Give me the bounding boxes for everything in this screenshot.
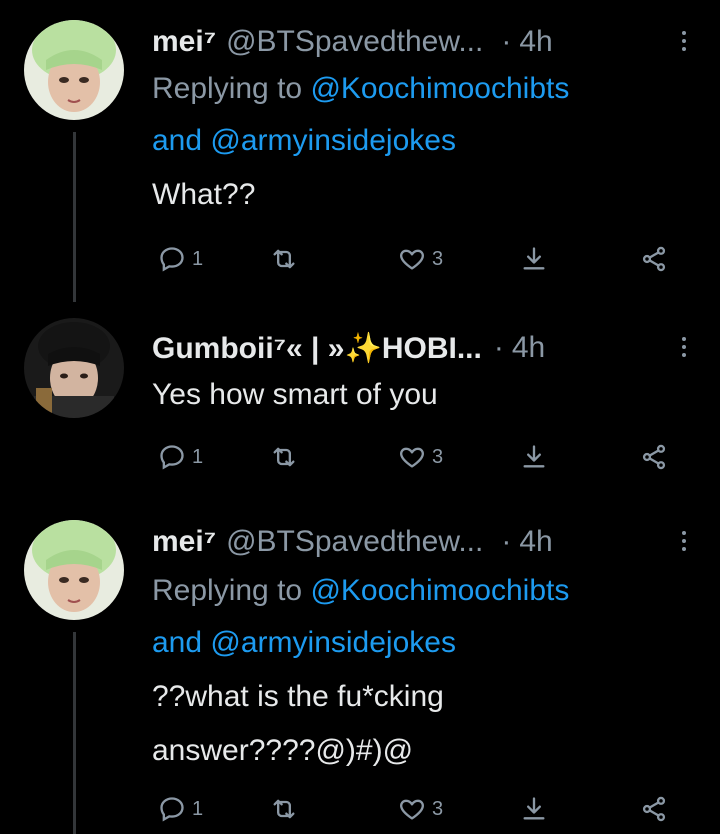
like-icon <box>400 249 424 270</box>
separator-dot: · <box>501 525 512 558</box>
reply-count: 1 <box>192 797 204 820</box>
tweet[interactable]: Gumboii⁷« | »✨HOBI... · 4h Yes how smart… <box>0 300 720 500</box>
reply-icon <box>160 247 184 272</box>
share-icon <box>642 246 666 272</box>
replying-and[interactable]: and <box>152 124 202 157</box>
bookmark-button[interactable] <box>520 244 548 274</box>
tweet-header: Gumboii⁷« | »✨HOBI... · 4h <box>152 328 545 368</box>
share-icon <box>642 796 666 822</box>
like-button[interactable]: 3 <box>398 442 443 472</box>
retweet-icon <box>273 447 295 467</box>
username-handle[interactable]: @BTSpavedthew... <box>226 25 483 59</box>
thread-line <box>73 132 76 302</box>
replying-to-label: Replying to <box>152 72 303 105</box>
bookmark-button[interactable] <box>520 794 548 824</box>
bookmark-icon <box>523 445 545 468</box>
action-bar: 1 3 <box>158 794 678 824</box>
tweet-header: mei⁷ @BTSpavedthew... · 4h <box>152 522 553 562</box>
action-bar: 1 3 <box>158 442 678 472</box>
tweet-text-line: answer????@)#)@ <box>152 734 414 767</box>
reply-button[interactable]: 1 <box>158 442 203 472</box>
replying-to-cont: and @armyinsidejokes <box>152 624 456 662</box>
retweet-button[interactable] <box>270 244 298 274</box>
tweet-header: mei⁷ @BTSpavedthew... · 4h <box>152 22 553 62</box>
like-count: 3 <box>432 445 444 468</box>
avatar[interactable] <box>24 20 124 120</box>
reply-count: 1 <box>192 247 204 270</box>
replying-to: Replying to @Koochimoochibts <box>152 70 569 108</box>
display-name[interactable]: mei⁷ <box>152 525 216 559</box>
timestamp[interactable]: 4h <box>519 25 552 59</box>
mention-link[interactable]: @Koochimoochibts <box>310 72 569 105</box>
mention-link[interactable]: @armyinsidejokes <box>210 626 456 659</box>
action-bar: 1 3 <box>158 244 678 274</box>
more-icon[interactable] <box>680 528 688 554</box>
avatar[interactable] <box>24 318 124 418</box>
bookmark-button[interactable] <box>520 442 548 472</box>
avatar[interactable] <box>24 520 124 620</box>
retweet-icon <box>273 249 295 269</box>
share-button[interactable] <box>640 794 668 824</box>
share-icon <box>642 444 666 470</box>
tweet-text-line: ??what is the fu*cking <box>152 680 444 713</box>
tweet-text: What?? <box>152 178 256 211</box>
share-button[interactable] <box>640 244 668 274</box>
like-icon <box>400 799 424 820</box>
like-button[interactable]: 3 <box>398 794 443 824</box>
reply-icon <box>160 445 184 470</box>
like-button[interactable]: 3 <box>398 244 443 274</box>
like-icon <box>400 447 424 468</box>
tweet-text: Yes how smart of you <box>152 378 438 411</box>
reply-count: 1 <box>192 445 204 468</box>
display-name[interactable]: Gumboii⁷« | »✨HOBI... <box>152 331 482 366</box>
display-name[interactable]: mei⁷ <box>152 25 216 59</box>
thread-line <box>73 632 76 834</box>
username-handle[interactable]: @BTSpavedthew... <box>226 525 483 559</box>
share-button[interactable] <box>640 442 668 472</box>
replying-to-label: Replying to <box>152 574 303 607</box>
tweet[interactable]: mei⁷ @BTSpavedthew... · 4h Replying to @… <box>0 0 720 302</box>
timestamp[interactable]: 4h <box>512 331 545 365</box>
mention-link[interactable]: @Koochimoochibts <box>310 574 569 607</box>
like-count: 3 <box>432 797 444 820</box>
timestamp[interactable]: 4h <box>519 525 552 559</box>
separator-dot: · <box>493 331 504 364</box>
replying-to-cont: and @armyinsidejokes <box>152 122 456 160</box>
like-count: 3 <box>432 247 444 270</box>
retweet-button[interactable] <box>270 794 298 824</box>
mention-link[interactable]: @armyinsidejokes <box>210 124 456 157</box>
more-icon[interactable] <box>680 28 688 54</box>
reply-button[interactable]: 1 <box>158 794 203 824</box>
tweet[interactable]: mei⁷ @BTSpavedthew... · 4h Replying to @… <box>0 500 720 834</box>
replying-and[interactable]: and <box>152 626 202 659</box>
retweet-button[interactable] <box>270 442 298 472</box>
replying-to: Replying to @Koochimoochibts <box>152 572 569 610</box>
more-icon[interactable] <box>680 334 688 360</box>
reply-icon <box>160 797 184 822</box>
separator-dot: · <box>501 25 512 58</box>
reply-button[interactable]: 1 <box>158 244 203 274</box>
bookmark-icon <box>523 797 545 820</box>
bookmark-icon <box>523 247 545 270</box>
retweet-icon <box>273 799 295 819</box>
